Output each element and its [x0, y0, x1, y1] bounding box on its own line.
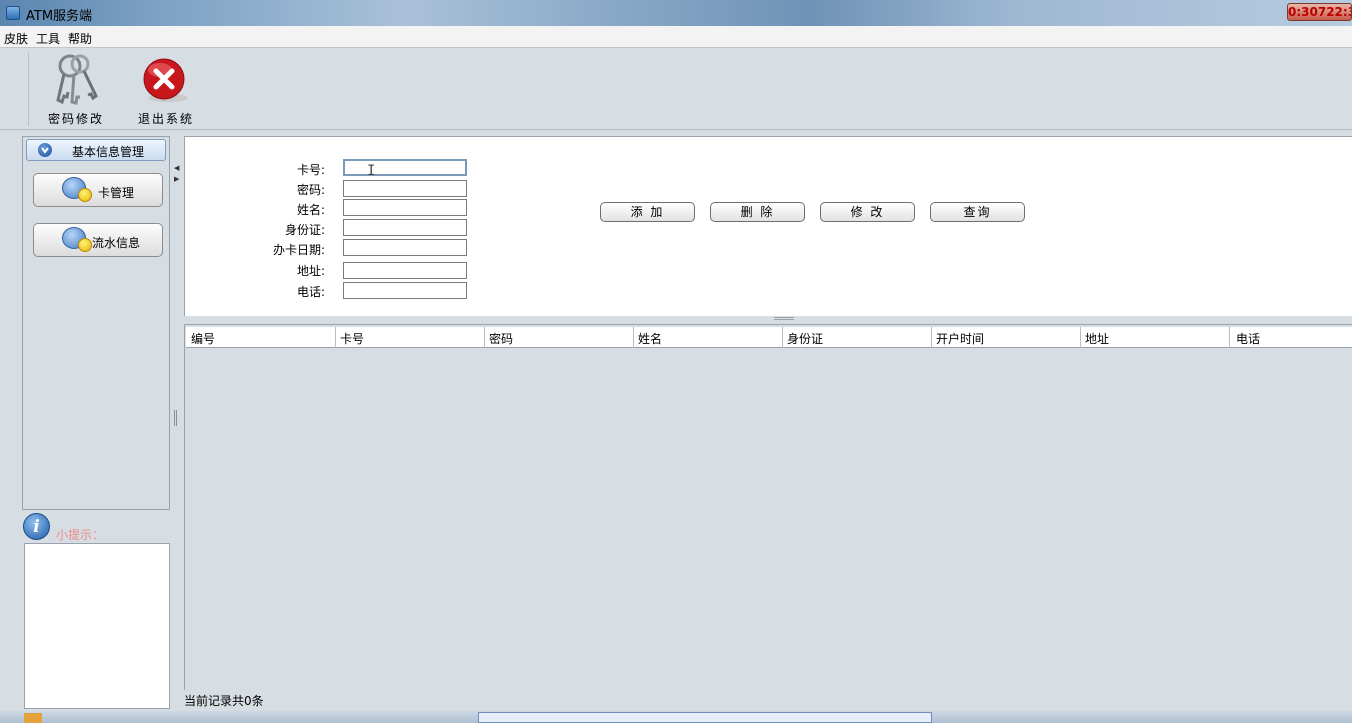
- column-separator[interactable]: [931, 327, 932, 348]
- address-label: 地址:: [296, 264, 325, 278]
- address-input[interactable]: [343, 262, 467, 279]
- text-cursor-icon: I: [367, 163, 376, 179]
- keys-icon: [56, 54, 98, 105]
- smiley-icon: [78, 238, 92, 252]
- sidebar-item-card-management[interactable]: 卡管理: [33, 173, 163, 207]
- expand-right-icon[interactable]: ▶: [174, 175, 179, 183]
- id-card-input[interactable]: [343, 219, 467, 236]
- column-header-password[interactable]: 密码: [489, 330, 513, 347]
- toolbar-separator: [28, 52, 29, 126]
- sidebar-item-label: 卡管理: [98, 186, 135, 200]
- column-header-address[interactable]: 地址: [1085, 330, 1109, 347]
- column-separator[interactable]: [335, 327, 336, 348]
- menu-tools[interactable]: 工具: [36, 30, 60, 47]
- issue-date-input[interactable]: [343, 239, 467, 256]
- tip-content-box: [24, 543, 170, 709]
- phone-label: 电话:: [296, 285, 325, 299]
- id-card-label: 身份证:: [284, 223, 325, 237]
- name-input[interactable]: [343, 199, 467, 216]
- change-password-label[interactable]: 密码修改: [48, 110, 104, 127]
- collapse-left-icon[interactable]: ◀: [174, 164, 179, 172]
- splitter-grip[interactable]: [174, 410, 177, 426]
- phone-input[interactable]: [343, 282, 467, 299]
- tip-title: 小提示：: [56, 528, 105, 542]
- password-label: 密码:: [296, 183, 325, 197]
- modify-button[interactable]: 修 改: [820, 202, 915, 222]
- close-icon: [143, 58, 188, 102]
- password-input[interactable]: [343, 180, 467, 197]
- taskbar-item[interactable]: [478, 712, 932, 723]
- column-separator[interactable]: [1080, 327, 1081, 348]
- taskbar-app-icon[interactable]: [24, 713, 42, 723]
- column-separator[interactable]: [782, 327, 783, 348]
- sidebar-item-transactions[interactable]: 流水信息: [33, 223, 163, 257]
- exit-system-button[interactable]: [140, 58, 192, 104]
- column-header-open-time[interactable]: 开户时间: [936, 330, 984, 347]
- menu-skin[interactable]: 皮肤: [4, 30, 28, 47]
- menu-bar: 皮肤 工具 帮助: [0, 26, 1352, 48]
- add-button[interactable]: 添 加: [600, 202, 695, 222]
- panel-divider-grip[interactable]: [774, 317, 794, 320]
- issue-date-label: 办卡日期:: [272, 243, 325, 257]
- menu-help[interactable]: 帮助: [68, 30, 92, 47]
- column-header-id-card[interactable]: 身份证: [787, 330, 823, 347]
- column-separator[interactable]: [633, 327, 634, 348]
- column-separator[interactable]: [1229, 327, 1230, 348]
- window-title: ATM服务端: [26, 9, 93, 24]
- toolbar: [0, 48, 1352, 130]
- card-number-label: 卡号:: [296, 163, 325, 177]
- exit-system-label[interactable]: 退出系统: [138, 110, 194, 127]
- chevron-down-icon[interactable]: [38, 143, 52, 157]
- app-icon: [6, 6, 20, 20]
- column-header-phone[interactable]: 电话: [1236, 330, 1260, 347]
- record-count-status: 当前记录共0条: [184, 694, 264, 708]
- column-header-number[interactable]: 编号: [191, 330, 215, 347]
- column-separator[interactable]: [484, 327, 485, 348]
- change-password-button[interactable]: [50, 52, 106, 108]
- column-header-card-number[interactable]: 卡号: [340, 330, 364, 347]
- info-icon: i: [23, 513, 50, 540]
- delete-button[interactable]: 删 除: [710, 202, 805, 222]
- splitter[interactable]: [171, 136, 183, 710]
- window-controls[interactable]: 0:30722:3: [1287, 3, 1352, 21]
- card-number-input[interactable]: [343, 159, 467, 176]
- name-label: 姓名:: [296, 203, 325, 217]
- smiley-icon: [78, 188, 92, 202]
- sidebar-item-label: 流水信息: [92, 236, 141, 250]
- sidebar-section-title[interactable]: 基本信息管理: [72, 143, 144, 160]
- title-bar: [0, 0, 1352, 26]
- column-header-name[interactable]: 姓名: [638, 330, 662, 347]
- records-table: [184, 324, 1352, 690]
- query-button[interactable]: 查询: [930, 202, 1025, 222]
